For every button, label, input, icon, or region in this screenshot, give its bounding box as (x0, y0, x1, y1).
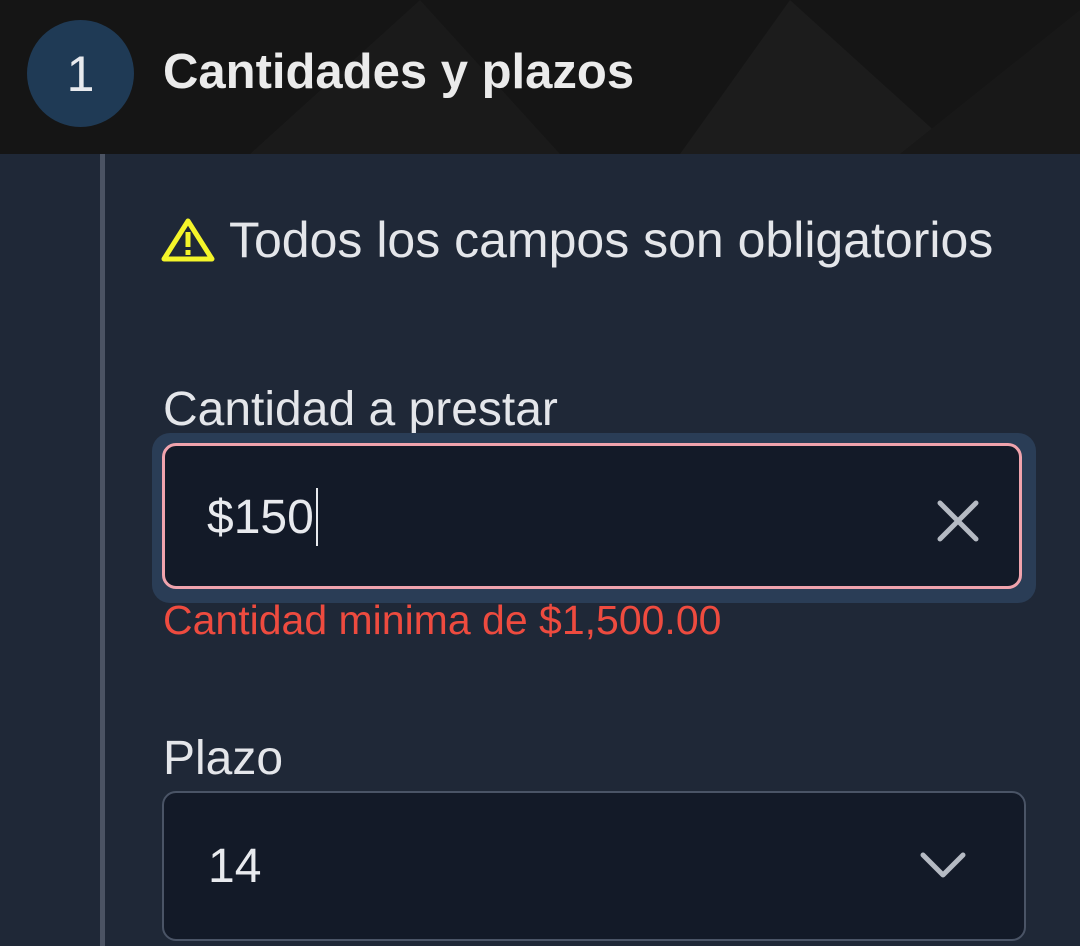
step-connector-line (100, 154, 105, 946)
amount-label: Cantidad a prestar (163, 383, 558, 436)
term-select[interactable]: 14 (162, 791, 1026, 941)
amount-error-message: Cantidad minima de $1,500.00 (163, 597, 722, 643)
close-icon (937, 500, 979, 542)
amount-value-wrapper: $150 (207, 488, 318, 546)
warning-icon (161, 217, 215, 263)
chevron-down-icon (920, 852, 966, 878)
amount-value: $150 (207, 490, 314, 544)
clear-amount-button[interactable] (935, 498, 981, 544)
notice-text: Todos los campos son obligatorios (229, 212, 994, 268)
text-caret (315, 488, 318, 546)
term-label: Plazo (163, 732, 284, 785)
step-number-badge: 1 (27, 20, 134, 127)
amount-input[interactable]: $150 (162, 443, 1022, 589)
step-title: Cantidades y plazos (163, 45, 635, 99)
required-fields-notice: Todos los campos son obligatorios (161, 208, 993, 272)
step-header[interactable]: 1 Cantidades y plazos (0, 0, 1080, 154)
term-value: 14 (208, 840, 262, 893)
loan-form-page: 1 Cantidades y plazos Todos los campos s… (0, 0, 1080, 946)
